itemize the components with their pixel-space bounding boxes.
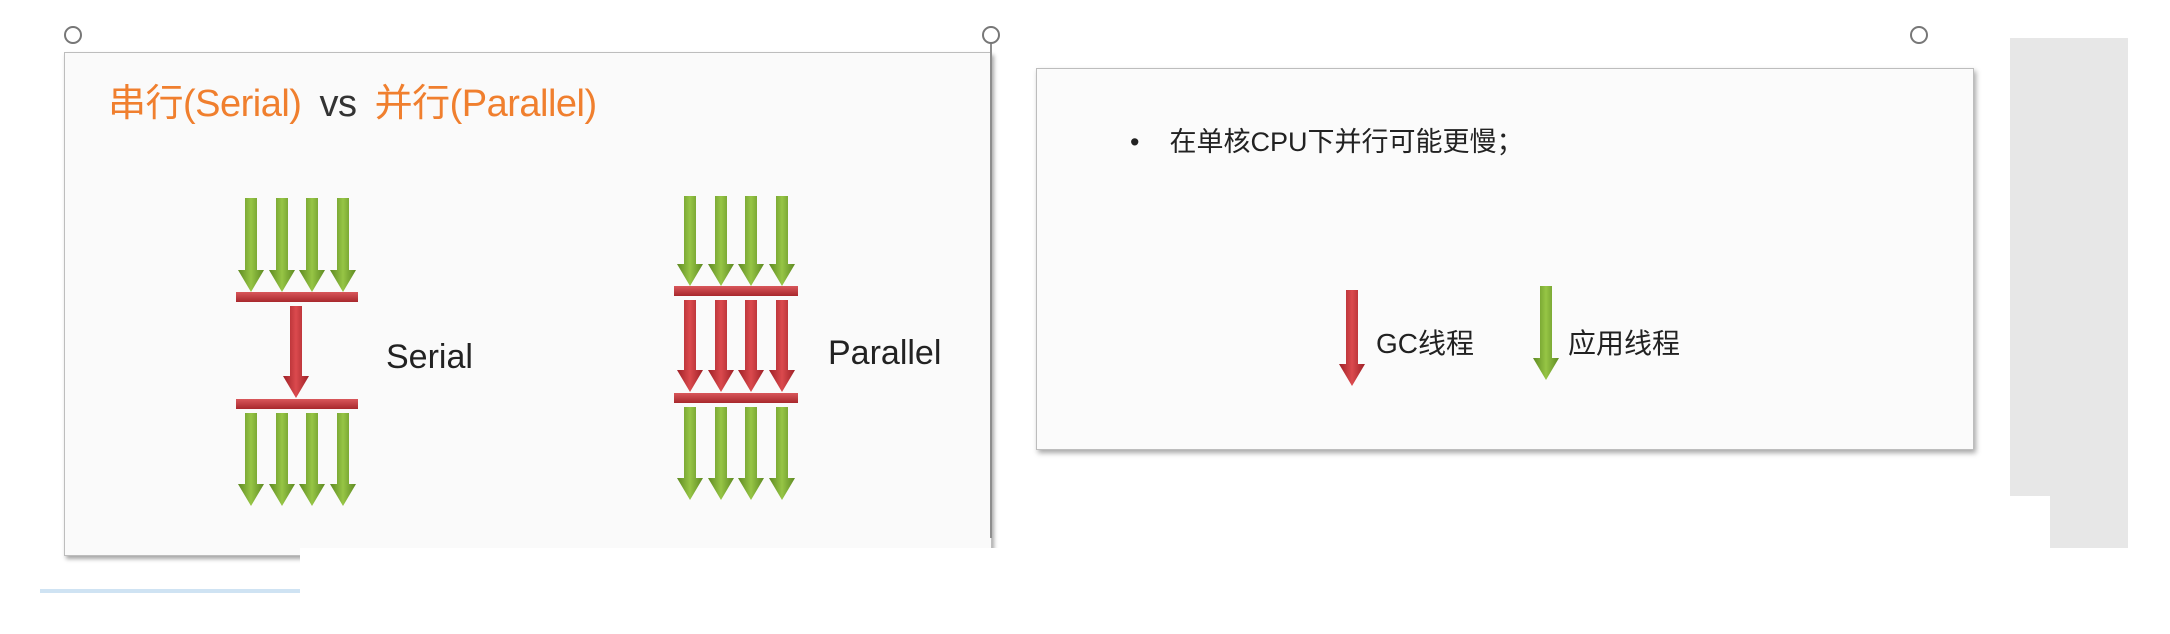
app-thread-arrow-bottom-4 [330,413,356,506]
parallel-app-arrow-top-3 [738,196,764,286]
gc-thread-arrow-parallel-1 [677,300,703,392]
gc-thread-arrow-parallel-2 [708,300,734,392]
app-thread-arrow-bottom-1 [238,413,264,506]
legend-app-arrow-icon [1533,286,1559,380]
selection-underline [40,589,300,593]
app-thread-arrow-top-4 [330,198,356,292]
parallel-diagram [674,196,798,500]
app-thread-arrow-top-2 [269,198,295,292]
parallel-gc-end-bar [674,393,798,403]
parallel-app-arrow-bottom-1 [677,407,703,500]
parallel-gc-start-bar [674,286,798,296]
serial-diagram [236,198,358,506]
app-thread-arrow-top-3 [299,198,325,292]
app-thread-arrow-top-1 [238,198,264,292]
legend-gc-arrow-icon [1339,290,1365,386]
gc-thread-arrow-serial [283,306,309,398]
legend-diagram [1339,286,1559,386]
parallel-app-arrow-top-2 [708,196,734,286]
gc-thread-arrow-parallel-3 [738,300,764,392]
gc-thread-arrow-parallel-4 [769,300,795,392]
parallel-app-arrow-bottom-4 [769,407,795,500]
serial-gc-end-bar [236,399,358,409]
blank-overlay-right [1244,496,2050,556]
app-thread-arrow-bottom-3 [299,413,325,506]
parallel-app-arrow-bottom-3 [738,407,764,500]
parallel-app-arrow-top-1 [677,196,703,286]
serial-gc-start-bar [236,292,358,302]
app-thread-arrow-bottom-2 [269,413,295,506]
parallel-app-arrow-top-4 [769,196,795,286]
parallel-app-arrow-bottom-2 [708,407,734,500]
